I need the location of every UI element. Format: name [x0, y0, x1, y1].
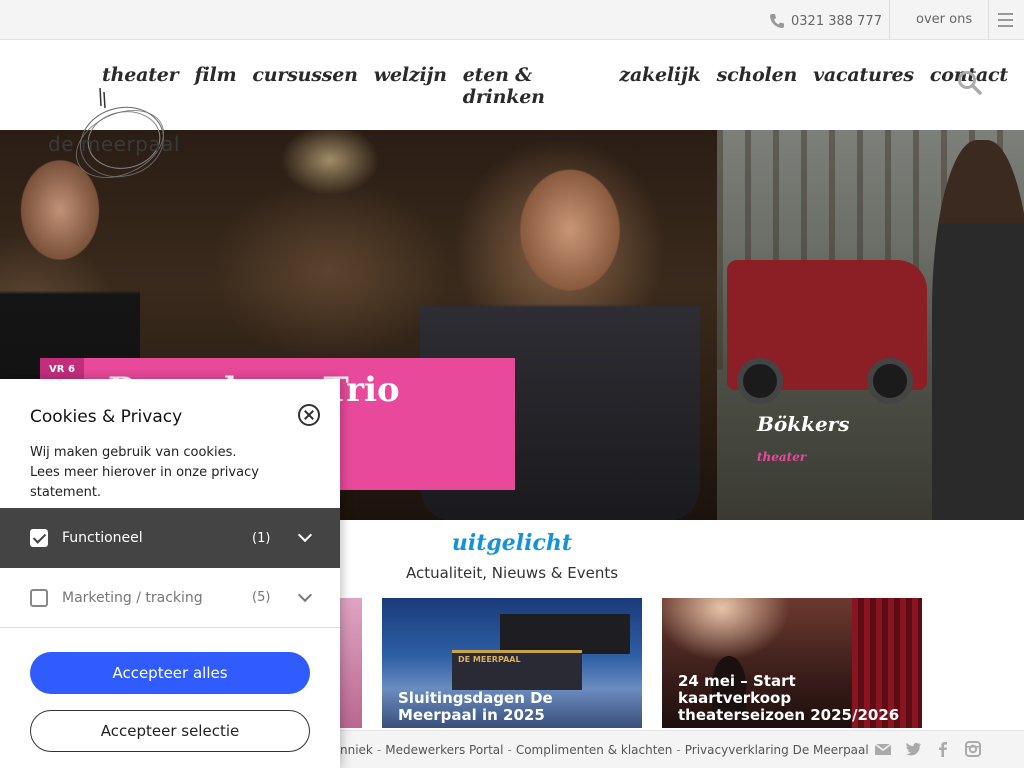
- cookie-consent-panel: Cookies & Privacy Wij maken gebruik van …: [0, 379, 340, 768]
- hero-side-title: Bökkers: [757, 412, 850, 436]
- building-screen: [500, 614, 630, 654]
- divider: [889, 0, 890, 40]
- site-logo[interactable]: de meerpaal: [46, 84, 216, 180]
- cookie-title: Cookies & Privacy: [30, 407, 183, 427]
- featured-card[interactable]: [340, 598, 362, 728]
- featured-subtitle: Actualiteit, Nieuws & Events: [405, 564, 619, 582]
- menu-icon[interactable]: [998, 13, 1013, 27]
- chevron-down-icon[interactable]: [297, 587, 313, 603]
- footer-link[interactable]: Privacyverklaring De Meerpaal: [685, 743, 869, 757]
- category-count: (5): [252, 590, 271, 605]
- cookie-category-functional[interactable]: Functioneel (1): [0, 508, 340, 568]
- logo-text: de meerpaal: [48, 132, 180, 156]
- nav-item-welzijn[interactable]: welzijn: [374, 64, 447, 108]
- category-label: Functioneel: [62, 530, 143, 546]
- accept-all-button[interactable]: Accepteer alles: [30, 652, 310, 694]
- search-icon[interactable]: [957, 70, 983, 96]
- featured-card[interactable]: DE MEERPAAL Sluitingsdagen De Meerpaal i…: [382, 598, 642, 728]
- marketing-checkbox[interactable]: [30, 588, 48, 607]
- nav-item-eten-drinken[interactable]: eten & drinken: [463, 64, 604, 108]
- divider: [988, 0, 989, 40]
- hero-side-image[interactable]: Bökkers theater: [717, 130, 1024, 520]
- phone-link[interactable]: 0321 388 777: [769, 11, 882, 31]
- about-link[interactable]: over ons: [916, 12, 972, 27]
- phone-icon: [770, 14, 784, 28]
- mail-icon[interactable]: [874, 740, 892, 758]
- accept-selection-button[interactable]: Accepteer selectie: [30, 710, 310, 752]
- nav-item-cursussen[interactable]: cursussen: [252, 64, 358, 108]
- category-label: Marketing / tracking: [62, 589, 203, 606]
- cookie-text-line: Wij maken gebruik van cookies.: [30, 445, 237, 460]
- footer-link[interactable]: Complimenten & klachten: [516, 743, 673, 757]
- featured-title: uitgelicht: [451, 530, 573, 556]
- functional-checkbox[interactable]: [30, 529, 48, 547]
- card-caption: Sluitingsdagen De Meerpaal in 2025: [398, 689, 553, 724]
- footer-links: nniek - Medewerkers Portal - Complimenten & …: [340, 743, 869, 757]
- top-bar: 0321 388 777 over ons: [0, 0, 1024, 40]
- nav-item-scholen[interactable]: scholen: [717, 64, 798, 108]
- building-sign: DE MEERPAAL: [458, 655, 521, 664]
- nav-item-vacatures[interactable]: vacatures: [813, 64, 914, 108]
- facebook-icon[interactable]: [934, 740, 952, 758]
- hero-side-category[interactable]: theater: [757, 450, 806, 464]
- cookie-category-marketing[interactable]: Marketing / tracking (5): [0, 568, 340, 628]
- card-caption: 24 mei – Start kaartverkoop theaterseizo…: [678, 672, 900, 724]
- building-image: DE MEERPAAL: [452, 650, 582, 690]
- footer-link[interactable]: nniek: [340, 743, 373, 757]
- close-icon[interactable]: [298, 404, 320, 426]
- twitter-icon[interactable]: [904, 740, 922, 758]
- chevron-down-icon[interactable]: [297, 527, 313, 543]
- cookie-privacy-link[interactable]: Lees meer hierover in onze privacy state…: [30, 463, 320, 503]
- instagram-icon[interactable]: [964, 740, 982, 758]
- social-links: [874, 740, 982, 758]
- category-count: (1): [252, 530, 271, 546]
- cookie-description: Wij maken gebruik van cookies. Lees meer…: [30, 443, 320, 503]
- featured-card[interactable]: 24 mei – Start kaartverkoop theaterseizo…: [662, 598, 922, 728]
- phone-number: 0321 388 777: [791, 13, 882, 29]
- nav-item-zakelijk[interactable]: zakelijk: [619, 64, 700, 108]
- footer-link[interactable]: Medewerkers Portal: [385, 743, 503, 757]
- main-nav: theater film cursussen welzijn eten & dr…: [102, 64, 1024, 108]
- hero-side-person: [932, 140, 1024, 520]
- red-truck: [727, 260, 927, 404]
